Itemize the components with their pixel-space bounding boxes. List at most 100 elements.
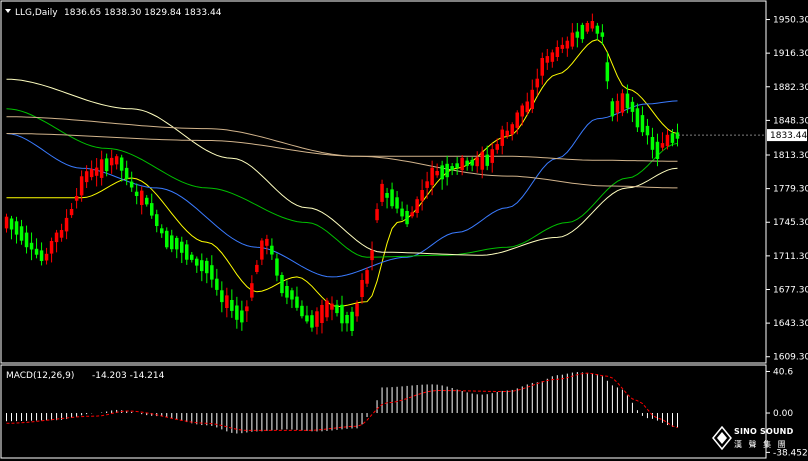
candle-body: [124, 167, 129, 180]
candle-body: [205, 260, 209, 274]
candle-body: [119, 157, 124, 171]
candle-body: [455, 163, 459, 169]
candle-body: [305, 315, 309, 322]
candle-body: [460, 157, 464, 171]
candle-body: [360, 280, 364, 297]
logo-sub-text: 漢 聲 集 團: [734, 440, 788, 449]
price-tick-label: 1916.30: [773, 49, 808, 59]
candle-body: [655, 141, 660, 159]
candle-body: [450, 166, 454, 171]
candle-body: [250, 283, 254, 298]
candle-body: [69, 209, 74, 216]
price-tick-label: 1609.30: [773, 353, 808, 363]
candle-body: [525, 101, 529, 113]
candle-body: [485, 154, 489, 166]
candle-body: [215, 278, 219, 290]
candle-body: [350, 311, 354, 331]
candle-body: [345, 315, 349, 324]
candle-body: [150, 203, 154, 216]
candle-body: [375, 209, 379, 221]
candle-body: [465, 160, 469, 166]
price-tick-label: 1779.30: [773, 185, 808, 195]
candle-body: [265, 238, 269, 246]
candle-body: [505, 130, 509, 137]
candle-body: [49, 241, 54, 254]
price-tick-label: 1745.30: [773, 218, 808, 228]
candle-body: [470, 159, 474, 166]
price-tick-label: 1643.30: [773, 319, 808, 329]
price-tick-label: 1848.30: [773, 116, 808, 126]
candle-body: [330, 303, 334, 310]
candle-body: [320, 305, 324, 323]
candle-body: [605, 62, 610, 82]
candle-body: [550, 52, 555, 62]
candle-body: [109, 157, 114, 166]
candle-body: [635, 108, 640, 128]
logo-brand-text: SINO SOUND: [734, 427, 794, 436]
candle-body: [665, 134, 670, 147]
candle-body: [140, 190, 144, 205]
candle-body: [300, 305, 304, 317]
candle-body: [365, 270, 369, 284]
sino-sound-logo: SINO SOUND 漢 聲 集 團: [712, 424, 806, 458]
candle-body: [415, 199, 419, 213]
candle-body: [225, 295, 229, 308]
candle-body: [195, 258, 199, 266]
candle-body: [200, 260, 204, 272]
candle-body: [400, 208, 404, 217]
candle-body: [290, 290, 294, 300]
candle-body: [575, 31, 580, 38]
candle-body: [495, 144, 499, 150]
candle-body: [390, 189, 394, 207]
candle-body: [19, 226, 24, 241]
candle-body: [175, 237, 179, 250]
candle-body: [625, 93, 630, 109]
candle-body: [500, 129, 504, 146]
candle-body: [210, 265, 214, 280]
candle-body: [535, 78, 539, 88]
candle-body: [275, 258, 279, 276]
candle-body: [270, 245, 274, 255]
candle-body: [4, 216, 9, 229]
candle-body: [440, 165, 444, 180]
candle-body: [380, 183, 384, 202]
candle-body: [615, 100, 620, 113]
candle-body: [285, 286, 289, 298]
candle-body: [59, 230, 64, 238]
candle-body: [94, 167, 99, 176]
candle-body: [600, 32, 605, 37]
candle-body: [29, 242, 34, 250]
price-tick-label: 1950.30: [773, 16, 808, 26]
candle-body: [9, 218, 14, 230]
candle-body: [595, 25, 600, 34]
candle-body: [39, 250, 44, 261]
price-tick-label: 1677.30: [773, 285, 808, 295]
candle-body: [545, 56, 550, 63]
candle-body: [190, 254, 194, 260]
candle-body: [565, 40, 570, 49]
ohlc-readout: 1836.65 1838.30 1829.84 1833.44: [64, 8, 222, 18]
candle-body: [445, 163, 449, 178]
candle-body: [240, 310, 244, 323]
candle-body: [245, 306, 249, 312]
candle-body: [170, 235, 174, 250]
candle-body: [650, 137, 655, 150]
candle-body: [620, 93, 625, 113]
chart-background: [0, 0, 808, 461]
candle-body: [490, 149, 494, 163]
candle-body: [540, 58, 544, 76]
candle-body: [355, 303, 359, 317]
candle-body: [295, 296, 299, 308]
candle-body: [165, 230, 169, 248]
candle-body: [79, 176, 84, 196]
candle-body: [510, 124, 514, 135]
candle-body: [145, 197, 149, 205]
price-tick-label: 1882.30: [773, 83, 808, 93]
candle-body: [84, 171, 89, 183]
candle-body: [425, 181, 429, 188]
candle-body: [230, 300, 234, 311]
diamond-logo-icon: [712, 426, 732, 450]
candle-body: [520, 105, 524, 117]
candle-body: [24, 232, 29, 248]
candle-body: [580, 24, 585, 40]
